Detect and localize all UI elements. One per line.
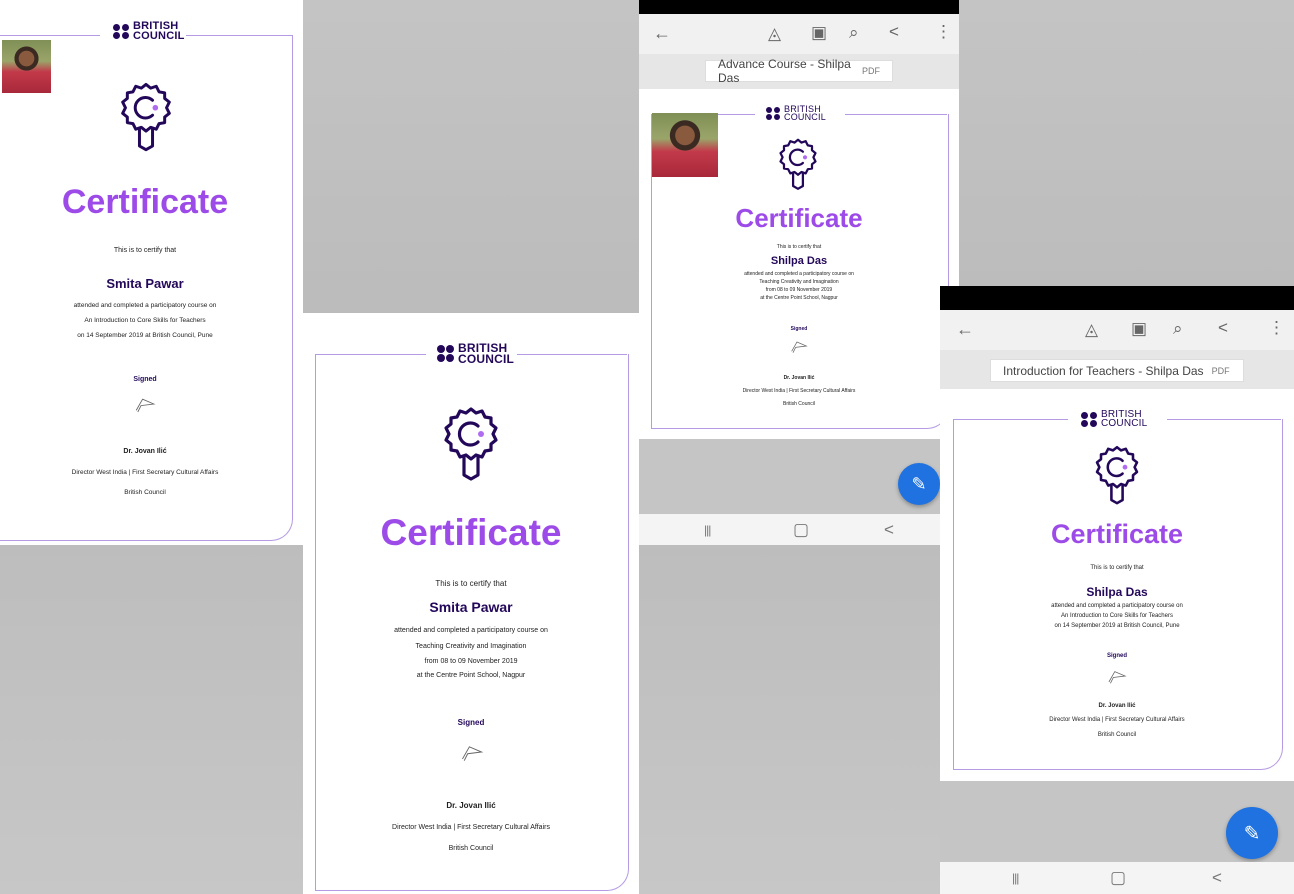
signer-role: Director West India | First Secretary Cu… xyxy=(71,469,219,476)
signature-icon xyxy=(1106,667,1128,685)
pdf-page: BRITISH COUNCIL Certificate This is to ce… xyxy=(639,89,959,439)
british-council-logo: BRITISH COUNCIL xyxy=(437,342,514,365)
share-icon[interactable]: < xyxy=(889,22,899,42)
signer-org: British Council xyxy=(1097,732,1137,738)
certificate-title: Certificate xyxy=(1050,519,1184,549)
badge-icon xyxy=(1091,444,1143,508)
signed-label: Signed xyxy=(1106,653,1127,659)
ink-icon[interactable]: ◬ xyxy=(1085,320,1098,340)
certificate-title: Certificate xyxy=(735,203,863,233)
signed-label: Signed xyxy=(133,376,157,383)
document-title-chip[interactable]: Introduction for Teachers - Shilpa Das P… xyxy=(990,359,1244,382)
document-title: Introduction for Teachers - Shilpa Das xyxy=(1003,363,1204,378)
document-type: PDF xyxy=(1211,365,1230,376)
pdf-page: BRITISH COUNCIL Certificate This is to ce… xyxy=(940,389,1294,781)
more-icon[interactable]: ⋮ xyxy=(935,22,952,42)
course-line-2: Teaching Creativity and Imagination xyxy=(415,643,527,650)
back-button[interactable]: < xyxy=(884,520,894,540)
ink-icon[interactable]: ◬ xyxy=(768,24,781,44)
course-line-2: An Introduction to Core Skills for Teach… xyxy=(1061,613,1173,619)
signer-name: Dr. Jovan Ilić xyxy=(1098,703,1136,709)
system-nav-bar: ||| ▢ < xyxy=(940,862,1294,894)
share-icon[interactable]: < xyxy=(1218,318,1228,338)
badge-icon xyxy=(118,78,174,158)
course-line-2: Teaching Creativity and Imagination xyxy=(759,279,839,285)
more-icon[interactable]: ⋮ xyxy=(1268,318,1285,338)
recipient-name: Shilpa Das xyxy=(770,255,828,267)
course-line-1: attended and completed a participatory c… xyxy=(744,271,854,277)
course-line-2: An Introduction to Core Skills for Teach… xyxy=(84,317,206,324)
signer-name: Dr. Jovan Ilić xyxy=(123,448,167,455)
course-line-1: attended and completed a participatory c… xyxy=(73,302,217,309)
profile-photo xyxy=(652,113,718,177)
back-arrow-icon[interactable]: ← xyxy=(653,23,671,44)
badge-icon xyxy=(775,137,821,193)
document-title-chip[interactable]: Advance Course - Shilpa Das PDF xyxy=(705,57,893,85)
signature-icon xyxy=(459,741,485,763)
signature-icon xyxy=(789,338,809,354)
signer-org: British Council xyxy=(448,845,494,852)
british-council-logo: BRITISH COUNCIL xyxy=(766,104,826,122)
signer-role: Director West India | First Secretary Cu… xyxy=(392,824,550,831)
signature-icon xyxy=(133,394,157,414)
pdf-toolbar: ← ◬ ▣ ⌕ < ⋮ xyxy=(940,310,1294,350)
signed-label: Signed xyxy=(457,718,485,727)
british-council-logo: BRITISH COUNCIL xyxy=(1081,410,1147,429)
document-title: Advance Course - Shilpa Das xyxy=(718,57,851,85)
back-arrow-icon[interactable]: ← xyxy=(956,319,974,340)
certificate-title: Certificate xyxy=(380,512,562,553)
status-bar xyxy=(639,0,959,14)
pdf-toolbar: ← ◬ ▣ ⌕ < ⋮ xyxy=(639,14,959,54)
recents-button[interactable]: ||| xyxy=(1012,871,1019,885)
course-line-3: from 08 to 09 November 2019 xyxy=(765,287,833,293)
certify-text: This is to certify that xyxy=(113,247,177,254)
search-icon[interactable]: ⌕ xyxy=(849,23,859,43)
course-line-3: on 14 September 2019 at British Council,… xyxy=(77,332,213,339)
system-nav-bar: ||| ▢ < xyxy=(639,514,959,545)
home-button[interactable]: ▢ xyxy=(1110,868,1126,888)
course-line-4: at the Centre Point School, Nagpur xyxy=(416,672,526,679)
recipient-name: Smita Pawar xyxy=(429,599,513,615)
certificate-title: Certificate xyxy=(61,183,229,221)
certify-text: This is to certify that xyxy=(435,579,507,588)
edit-fab-button[interactable]: ✎ xyxy=(1226,807,1278,859)
recipient-name: Shilpa Das xyxy=(1086,585,1148,599)
signer-name: Dr. Jovan Ilić xyxy=(446,801,496,810)
recents-button[interactable]: ||| xyxy=(704,523,711,537)
certificate-panel-1: BRITISH COUNCIL Certificate This is to ce… xyxy=(0,0,303,545)
signer-org: British Council xyxy=(124,489,166,496)
search-icon[interactable]: ⌕ xyxy=(1173,319,1183,339)
phone-screenshot-2: ← ◬ ▣ ⌕ < ⋮ Introduction for Teachers - … xyxy=(940,286,1294,894)
profile-photo xyxy=(2,40,51,93)
status-bar xyxy=(940,286,1294,310)
certify-text: This is to certify that xyxy=(776,244,822,250)
course-line-4: at the Centre Point School, Nagpur xyxy=(760,295,838,301)
home-button[interactable]: ▢ xyxy=(793,520,809,540)
british-council-logo: BRITISH COUNCIL xyxy=(113,21,185,42)
course-line-3: on 14 September 2019 at British Council,… xyxy=(1054,623,1180,629)
course-line-3: from 08 to 09 November 2019 xyxy=(424,658,518,665)
signer-name: Dr. Jovan Ilić xyxy=(783,375,815,381)
signer-role: Director West India | First Secretary Cu… xyxy=(742,388,856,394)
course-line-1: attended and completed a participatory c… xyxy=(394,627,548,634)
badge-icon xyxy=(441,401,501,489)
layout-icon[interactable]: ▣ xyxy=(811,23,827,43)
certify-text: This is to certify that xyxy=(1090,565,1144,571)
recipient-name: Smita Pawar xyxy=(106,276,184,291)
document-type: PDF xyxy=(862,66,880,76)
layout-icon[interactable]: ▣ xyxy=(1131,319,1147,339)
phone-screenshot-1: ← ◬ ▣ ⌕ < ⋮ Advance Course - Shilpa Das … xyxy=(639,0,959,545)
signer-role: Director West India | First Secretary Cu… xyxy=(1049,717,1185,723)
back-button[interactable]: < xyxy=(1212,868,1222,888)
signer-org: British Council xyxy=(783,401,815,407)
certificate-panel-2: BRITISH COUNCIL Certificate This is to ce… xyxy=(303,313,639,894)
edit-fab-button[interactable]: ✎ xyxy=(898,463,940,505)
signed-label: Signed xyxy=(790,326,808,332)
course-line-1: attended and completed a participatory c… xyxy=(1051,603,1183,609)
